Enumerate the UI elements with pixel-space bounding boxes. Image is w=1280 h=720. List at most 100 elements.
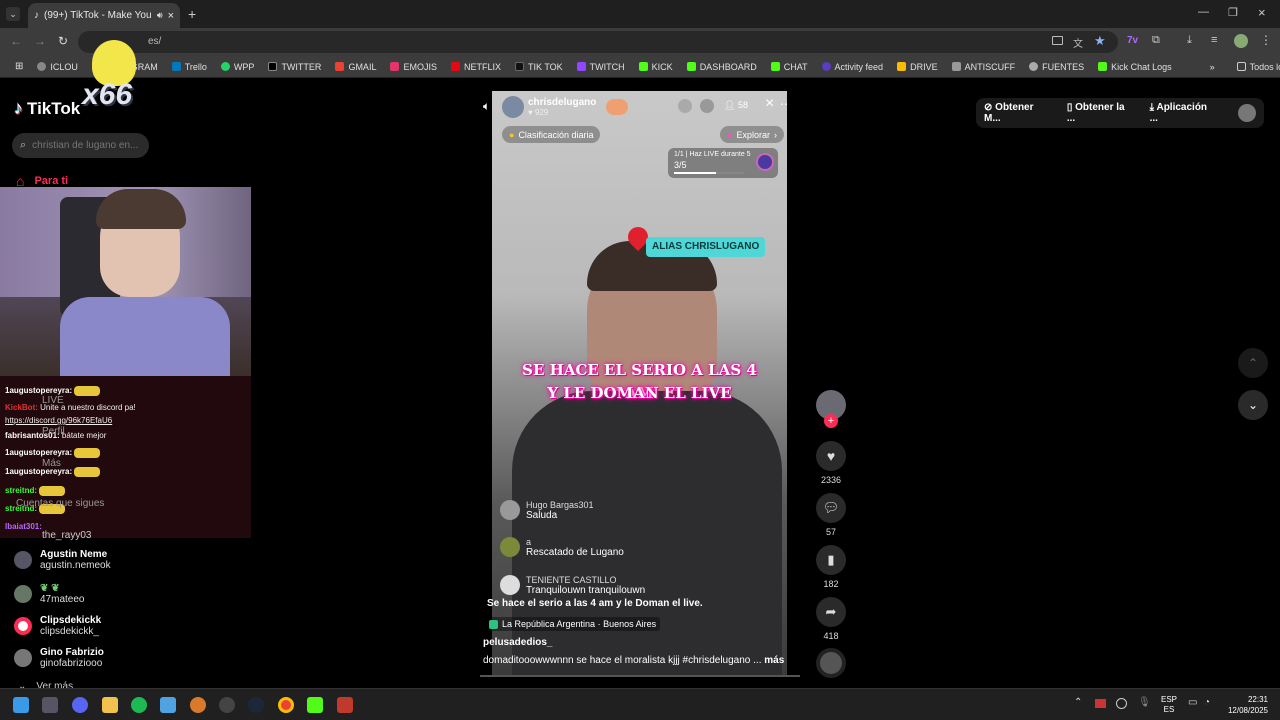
discord-icon[interactable] <box>72 697 88 713</box>
bookmark-tiktok[interactable]: TIK TOK <box>508 62 570 72</box>
bookmark-gmail[interactable]: GMAIL <box>328 62 383 72</box>
bookmark-twitter[interactable]: TWITTER <box>261 62 328 72</box>
extension-7tv-icon[interactable]: 7v <box>1127 35 1138 46</box>
nav-live[interactable]: LIVE <box>42 395 64 406</box>
bookmarks-folder[interactable]: Todos los marcadores <box>1230 62 1280 72</box>
get-coins-button[interactable]: ⊘ Obtener M... <box>984 102 1053 124</box>
phone-icon: ▯ <box>1066 102 1073 113</box>
bookmark-emojis[interactable]: EMOJIS <box>383 62 444 72</box>
get-app-button[interactable]: ▯ Obtener la ... <box>1067 102 1136 124</box>
author-name[interactable]: pelusadedios_ <box>483 637 552 648</box>
live-goal-card[interactable]: 1/1 | Haz LIVE durante 5 3/5 <box>668 148 778 178</box>
previous-video-button[interactable]: ⌃ <box>1238 348 1268 378</box>
bookmark-fuentes[interactable]: FUENTES <box>1022 62 1091 72</box>
close-live-icon[interactable]: × <box>765 95 774 113</box>
tab-search-icon[interactable]: ⌄ <box>6 7 20 21</box>
nav-profile[interactable]: Perfil <box>42 426 65 437</box>
tray-app-icon[interactable] <box>1116 698 1127 709</box>
daily-rank-pill[interactable]: ● Clasificación diaria <box>502 126 601 143</box>
kick-icon[interactable] <box>307 697 323 713</box>
microphone-icon[interactable]: 🎙︎ <box>1138 697 1151 708</box>
host-info[interactable]: chrisdelugano ♥ 929 <box>502 96 629 118</box>
url-input[interactable]: es/ <box>78 31 1118 53</box>
save-action[interactable]: ▮ 182 <box>816 545 846 589</box>
bookmark-kick[interactable]: KICK <box>632 62 680 72</box>
bookmark-dashboard[interactable]: DASHBOARD <box>680 62 764 72</box>
windows-start-icon[interactable] <box>13 697 29 713</box>
mute-icon[interactable]: 🔈︎ <box>483 99 490 114</box>
language-indicator[interactable]: ESP ES <box>1161 695 1177 715</box>
close-window-icon[interactable]: × <box>1258 5 1266 20</box>
follow-plus-icon[interactable]: + <box>824 414 838 428</box>
tray-app-icon[interactable] <box>1095 699 1106 708</box>
maximize-icon[interactable]: ❐ <box>1228 6 1238 19</box>
translate-icon[interactable]: 文 <box>1073 35 1083 50</box>
video-player[interactable]: chrisdelugano ♥ 929 👤︎ 58 × ⋯ ● Clasifica… <box>492 91 787 677</box>
follow-badge[interactable] <box>606 99 629 115</box>
bookmark-antiscuff[interactable]: ANTISCUFF <box>945 62 1023 72</box>
notepad-icon[interactable] <box>160 697 176 713</box>
next-video-button[interactable]: ⌄ <box>1238 390 1268 420</box>
file-explorer-icon[interactable] <box>102 697 118 713</box>
globe-icon <box>1029 62 1039 71</box>
nav-more[interactable]: Más <box>42 458 61 469</box>
network-icon[interactable]: ▭ <box>1188 697 1197 708</box>
desktop-app-button[interactable]: ⤓ Aplicación ... <box>1150 102 1218 124</box>
steam-icon[interactable] <box>248 697 264 713</box>
more-link[interactable]: más <box>764 655 784 666</box>
explore-pill[interactable]: ● Explorar › <box>720 126 784 143</box>
apps-grid-icon[interactable]: ⊞ <box>8 61 30 72</box>
reload-icon[interactable]: ↻ <box>58 34 68 48</box>
bookmark-icloud[interactable]: ICLOU <box>30 62 85 72</box>
search-box[interactable]: ⌕ <box>12 133 149 158</box>
bookmark-drive[interactable]: DRIVE <box>890 62 945 72</box>
bookmark-activity-feed[interactable]: Activity feed <box>815 62 891 72</box>
account-handle: ginofabriziooo <box>40 658 103 669</box>
bookmark-kick-chat-logs[interactable]: Kick Chat Logs <box>1091 62 1179 72</box>
reading-list-icon[interactable]: ≡ <box>1211 34 1217 46</box>
comment-action[interactable]: 💬︎ 57 <box>816 493 846 537</box>
bookmark-netflix[interactable]: NETFLIX <box>444 62 508 72</box>
spotify-icon[interactable] <box>131 697 147 713</box>
tab-tiktok[interactable]: ♪ (99+) TikTok - Make Your Da... 🔊︎ × <box>28 3 180 28</box>
speaker-icon[interactable]: 🔊︎ <box>157 10 163 21</box>
profile-icon[interactable] <box>1234 34 1248 48</box>
account-item[interactable]: Clipsdekickk clipsdekickk_ <box>14 615 101 637</box>
goal-progress-bar <box>674 172 744 174</box>
bookmark-twitch[interactable]: TWITCH <box>570 62 632 72</box>
back-icon[interactable]: ← <box>10 34 22 48</box>
download-icon[interactable]: ⤓ <box>1187 34 1192 47</box>
user-avatar[interactable] <box>1238 104 1257 122</box>
app-icon[interactable] <box>190 697 206 713</box>
close-tab-icon[interactable]: × <box>168 10 174 22</box>
app-icon[interactable] <box>219 697 235 713</box>
location-tag[interactable]: La República Argentina · Buenos Aires <box>485 617 661 631</box>
account-item[interactable]: ❦ ❦ 47mateeo <box>14 583 84 605</box>
more-options-icon[interactable]: ⋯ <box>780 97 787 111</box>
menu-icon[interactable]: ⋮ <box>1260 33 1272 47</box>
bookmark-chat[interactable]: CHAT <box>764 62 815 72</box>
app-icon[interactable] <box>42 697 58 713</box>
minimize-icon[interactable]: — <box>1198 6 1209 18</box>
account-item[interactable]: Gino Fabrizio ginofabriziooo <box>14 647 104 669</box>
bookmark-trello[interactable]: Trello <box>165 62 214 72</box>
following-partial-handle[interactable]: the_rayy03 <box>42 530 91 541</box>
bookmarks-overflow-icon[interactable]: » <box>1203 62 1222 72</box>
like-action[interactable]: ♥ 2336 <box>816 441 846 485</box>
share-action[interactable]: ➦ 418 <box>816 597 846 641</box>
forward-icon[interactable]: → <box>34 34 46 48</box>
video-progress-bar[interactable] <box>480 675 800 677</box>
new-tab-button[interactable]: + <box>188 6 196 22</box>
clock[interactable]: 22:31 12/08/2025 <box>1222 694 1268 716</box>
music-disc-icon[interactable] <box>816 648 846 678</box>
cast-icon[interactable] <box>1052 36 1063 45</box>
tray-chevron-icon[interactable]: ⌃ <box>1074 697 1082 708</box>
search-input[interactable] <box>32 140 141 151</box>
bookmark-wpp[interactable]: WPP <box>214 62 262 72</box>
extensions-icon[interactable]: ⧉ <box>1152 34 1160 47</box>
chrome-icon[interactable] <box>278 697 294 713</box>
bookmark-star-icon[interactable]: ★ <box>1094 33 1106 49</box>
tiktok-logo[interactable]: ♪ TikTok <box>14 98 80 119</box>
account-item[interactable]: Agustin Neme agustin.nemeok <box>14 549 111 571</box>
app-icon[interactable] <box>337 697 353 713</box>
